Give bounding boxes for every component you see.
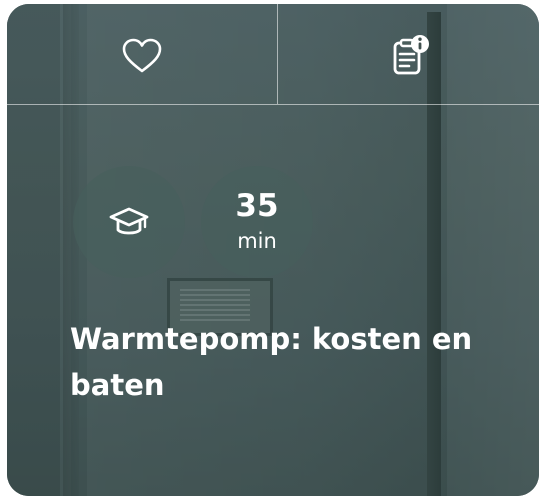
card-action-bar [7,4,539,105]
course-card[interactable]: 35 min Warmtepomp: kosten en baten [7,4,539,496]
course-title[interactable]: Warmtepomp: kosten en baten [70,316,510,408]
favorite-button[interactable] [117,34,167,78]
action-bar-divider [277,4,278,104]
duration-unit: min [237,229,277,253]
duration-value: 35 [235,188,279,224]
heart-icon [122,38,162,73]
course-info-button[interactable] [387,30,435,80]
document-info-icon [393,35,429,75]
course-duration-badge: 35 min [201,166,313,278]
graduation-cap-icon [109,207,149,235]
course-level-badge [73,166,185,278]
